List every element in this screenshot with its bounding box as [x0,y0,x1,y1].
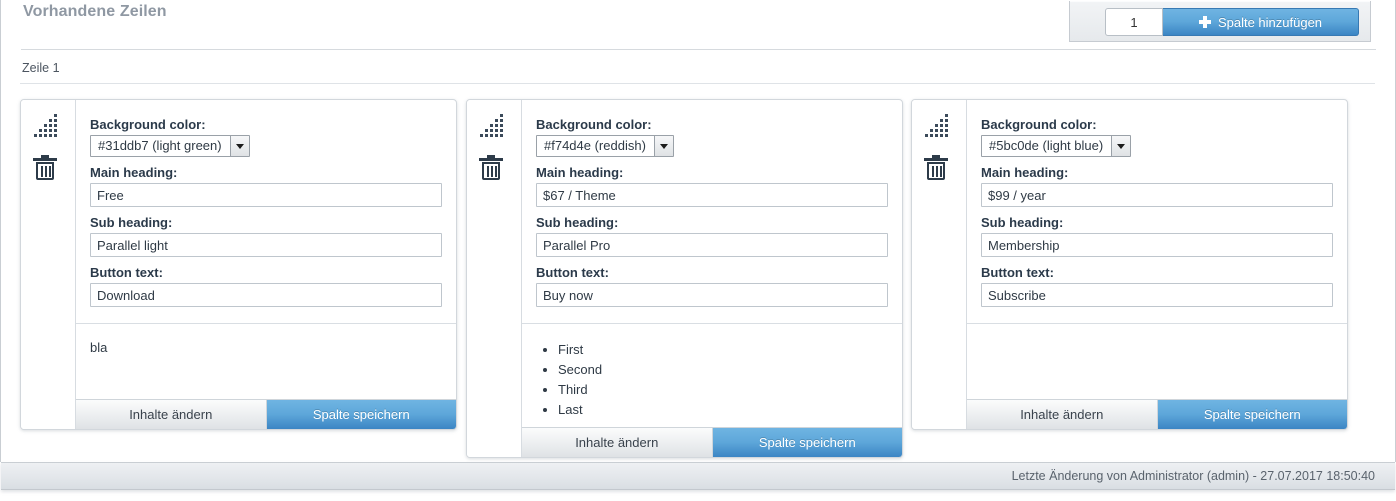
background-color-select[interactable]: #5bc0de (light blue) [981,135,1132,157]
chevron-down-icon[interactable] [229,136,249,156]
card-body[interactable]: FirstSecondThirdLast [522,324,902,428]
body-list: FirstSecondThirdLast [536,340,888,420]
sub-heading-label: Sub heading: [981,215,1064,230]
column-cards-container: Background color: #31ddb7 (light green) Ma… [0,0,1396,501]
sub-heading-input[interactable] [536,233,888,257]
edit-contents-button[interactable]: Inhalte ändern [967,400,1158,429]
save-column-button[interactable]: Spalte speichern [712,428,902,457]
card-gutter [467,100,522,457]
main-heading-label: Main heading: [90,165,178,180]
column-card: Background color: #5bc0de (light blue) Mai… [911,99,1348,430]
card-main: Background color: #f74d4e (reddish) Main h… [522,100,902,457]
button-text-label: Button text: [536,265,609,280]
list-item: Third [558,380,888,400]
background-color-label: Background color: [536,117,652,132]
save-column-button[interactable]: Spalte speichern [266,400,456,429]
main-heading-label: Main heading: [981,165,1069,180]
edit-contents-button[interactable]: Inhalte ändern [76,400,267,429]
drag-handle-icon[interactable] [925,114,948,138]
last-change-status: Letzte Änderung von Administrator (admin… [1011,469,1375,483]
list-item: First [558,340,888,360]
trash-icon[interactable] [33,155,57,181]
card-footer: Inhalte ändern Spalte speichern [76,399,456,429]
sub-heading-label: Sub heading: [90,215,173,230]
page-root: Vorhandene Zeilen Spalte hinzufügen Zeil… [0,0,1396,501]
background-color-select[interactable]: #31ddb7 (light green) [90,135,250,157]
card-footer: Inhalte ändern Spalte speichern [967,399,1347,429]
background-color-label: Background color: [981,117,1097,132]
card-main: Background color: #31ddb7 (light green) Ma… [76,100,456,429]
card-fields: Background color: #31ddb7 (light green) Ma… [76,100,456,317]
card-main: Background color: #5bc0de (light blue) Mai… [967,100,1347,429]
sub-heading-input[interactable] [981,233,1333,257]
save-column-button[interactable]: Spalte speichern [1157,400,1347,429]
card-body[interactable]: bla [76,324,456,363]
background-color-value: #5bc0de (light blue) [989,138,1104,153]
drag-handle-icon[interactable] [34,114,57,138]
button-text-label: Button text: [981,265,1054,280]
status-bar: Letzte Änderung von Administrator (admin… [1,462,1395,490]
button-text-input[interactable] [981,283,1333,307]
button-text-label: Button text: [90,265,163,280]
chevron-down-icon[interactable] [1111,136,1131,156]
main-heading-input[interactable] [981,183,1333,207]
background-color-label: Background color: [90,117,206,132]
list-item: Second [558,360,888,380]
background-color-value: #31ddb7 (light green) [98,138,222,153]
card-gutter [912,100,967,429]
list-item: Last [558,400,888,420]
card-footer: Inhalte ändern Spalte speichern [522,427,902,457]
background-color-value: #f74d4e (reddish) [544,138,646,153]
card-gutter [21,100,76,429]
card-fields: Background color: #f74d4e (reddish) Main h… [522,100,902,317]
sub-heading-input[interactable] [90,233,442,257]
background-color-select[interactable]: #f74d4e (reddish) [536,135,674,157]
drag-handle-icon[interactable] [480,114,503,138]
card-fields: Background color: #5bc0de (light blue) Mai… [967,100,1347,317]
button-text-input[interactable] [90,283,442,307]
main-heading-label: Main heading: [536,165,624,180]
column-card: Background color: #f74d4e (reddish) Main h… [466,99,903,458]
trash-icon[interactable] [924,155,948,181]
sub-heading-label: Sub heading: [536,215,619,230]
column-card: Background color: #31ddb7 (light green) Ma… [20,99,457,430]
main-heading-input[interactable] [536,183,888,207]
chevron-down-icon[interactable] [653,136,673,156]
trash-icon[interactable] [479,155,503,181]
edit-contents-button[interactable]: Inhalte ändern [522,428,713,457]
button-text-input[interactable] [536,283,888,307]
main-heading-input[interactable] [90,183,442,207]
body-text: bla [90,340,108,355]
card-body[interactable] [967,324,1347,348]
